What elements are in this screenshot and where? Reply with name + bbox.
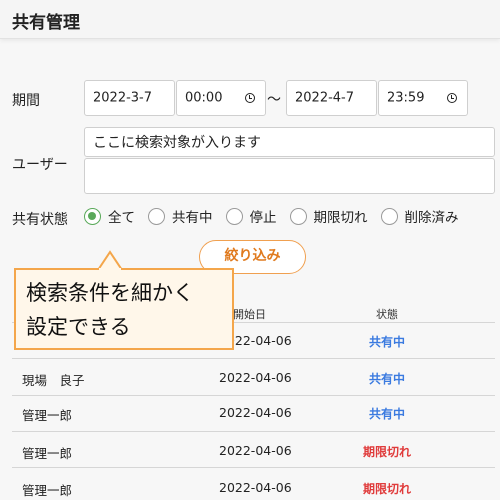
status-filter-label: 共有状態 [12,212,68,228]
end-time-value: 23:59 [387,90,425,106]
clock-icon [447,93,457,103]
radio-label: 期限切れ [313,210,368,226]
status-badge: 共有中 [368,372,405,386]
page-title: 共有管理 [12,13,80,33]
radio-circle-icon [380,207,398,225]
status-badge: 共有中 [368,407,405,421]
column-header-status: 状態 [376,308,398,321]
divider [12,431,495,432]
user-search-value: ここに検索対象が入ります [93,135,261,151]
start-date-input[interactable]: 2022-3-7 [84,80,175,116]
period-separator: ～ [267,92,281,108]
radio-deleted[interactable]: 削除済み [380,206,459,226]
start-time-input[interactable]: 00:00 [176,80,266,116]
row-date: 2022-04-06 [219,443,292,458]
radio-circle-icon [148,207,165,225]
period-label: 期間 [12,93,40,109]
radio-circle-icon [84,207,101,225]
divider [12,395,495,396]
status-badge: 期限切れ [362,482,411,496]
start-date-value: 2022-3-7 [93,90,153,106]
radio-all[interactable]: 全て [84,206,135,226]
row-user: 管理一郎 [22,483,73,498]
radio-circle-icon [225,207,243,225]
status-badge: 共有中 [368,335,405,349]
end-date-input[interactable]: 2022-4-7 [286,80,377,116]
clock-icon [245,93,255,103]
row-user: 管理一郎 [22,408,73,423]
start-time-value: 00:00 [185,90,223,106]
column-header-start-date: 開始日 [233,308,266,321]
callout-text: 検索条件を細かく 設定できる [26,281,194,339]
divider [12,467,495,468]
divider [12,358,495,359]
user-search-extra-field[interactable] [84,158,495,194]
row-date: 2022-04-06 [219,405,292,420]
radio-label: 停止 [249,210,277,226]
user-label: ユーザー [12,157,68,173]
radio-label: 削除済み [404,210,459,226]
row-user: 管理一郎 [22,446,73,461]
radio-expired[interactable]: 期限切れ [289,206,368,226]
row-user: 現場 良子 [22,373,85,388]
end-time-input[interactable]: 23:59 [378,80,468,116]
status-radio-group: 全て 共有中 停止 期限切れ 削除済み [84,206,459,226]
radio-sharing[interactable]: 共有中 [148,206,213,226]
radio-circle-icon [289,207,307,225]
radio-stopped[interactable]: 停止 [225,206,277,226]
status-badge: 期限切れ [362,445,411,459]
callout-box: 検索条件を細かく 設定できる [14,268,234,350]
user-search-input[interactable]: ここに検索対象が入ります [84,127,495,157]
callout-pointer [96,250,124,270]
app-header: 共有管理 [0,0,500,39]
end-date-value: 2022-4-7 [295,90,355,106]
row-date: 2022-04-06 [219,480,292,495]
row-date: 2022-04-06 [219,370,292,385]
radio-label: 共有中 [172,210,213,226]
radio-label: 全て [108,210,135,226]
